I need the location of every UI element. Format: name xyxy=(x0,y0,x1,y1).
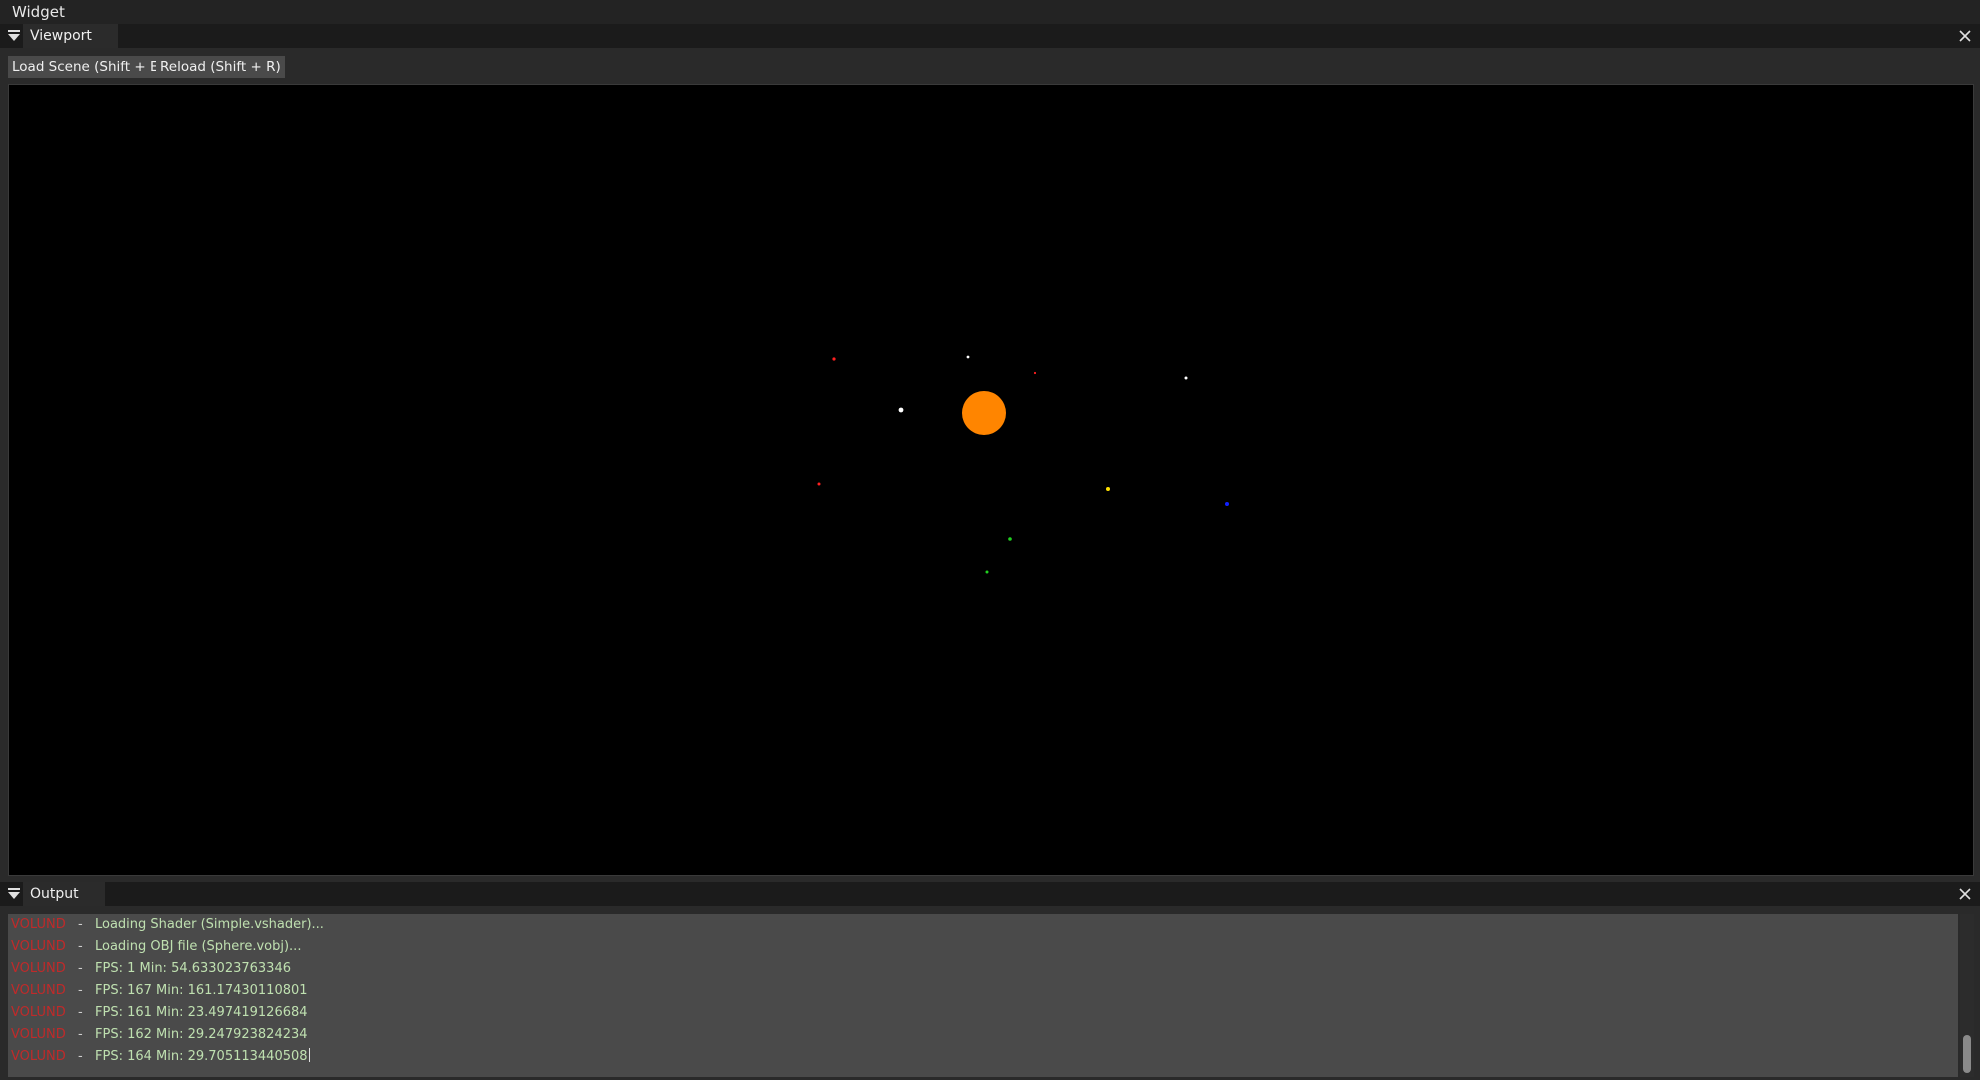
planet-white-3 xyxy=(898,407,904,413)
log-source: VOLUND xyxy=(11,917,66,932)
log-source: VOLUND xyxy=(11,961,66,976)
viewport-area xyxy=(0,84,1980,882)
load-scene-button[interactable]: Load Scene (Shift + E) xyxy=(8,56,168,78)
close-icon[interactable] xyxy=(1958,29,1972,43)
log-message: FPS: 161 Min: 23.497419126684 xyxy=(95,1005,308,1020)
log-separator: - xyxy=(78,1049,83,1064)
log-message: FPS: 162 Min: 29.247923824234 xyxy=(95,1027,308,1042)
log-source: VOLUND xyxy=(11,1005,66,1020)
text-caret xyxy=(308,1048,310,1062)
log-source: VOLUND xyxy=(11,983,66,998)
output-scrollbar[interactable] xyxy=(1960,914,1974,1077)
log-separator: - xyxy=(78,1005,83,1020)
planet-white-2 xyxy=(1184,376,1188,380)
viewport-panel-header: Viewport xyxy=(0,24,1980,48)
sun xyxy=(962,391,1006,435)
planet-white-1 xyxy=(966,355,970,359)
log-message: FPS: 167 Min: 161.17430110801 xyxy=(95,983,308,998)
log-message: FPS: 1 Min: 54.633023763346 xyxy=(95,961,291,976)
output-log[interactable]: VOLUND - Loading Shader (Simple.vshader)… xyxy=(8,914,1958,1077)
reload-button[interactable]: Reload (Shift + R) xyxy=(156,56,285,78)
planet-blue xyxy=(1225,502,1229,506)
scene-render[interactable] xyxy=(8,84,1974,876)
planet-red-1 xyxy=(832,357,836,361)
collapse-triangle-icon[interactable] xyxy=(7,887,21,901)
output-area: VOLUND - Loading Shader (Simple.vshader)… xyxy=(0,906,1980,1080)
planet-red-3 xyxy=(817,482,821,486)
log-separator: - xyxy=(78,1027,83,1042)
tab-viewport[interactable]: Viewport xyxy=(23,24,118,48)
log-source: VOLUND xyxy=(11,1049,66,1064)
planet-green-2 xyxy=(985,570,989,574)
scrollbar-thumb[interactable] xyxy=(1963,1035,1971,1073)
collapse-triangle-icon[interactable] xyxy=(7,29,21,43)
output-panel-header: Output xyxy=(0,882,1980,906)
planet-yellow xyxy=(1106,487,1110,491)
planet-red-2 xyxy=(1033,371,1037,375)
menu-widget[interactable]: Widget xyxy=(0,3,65,21)
log-source: VOLUND xyxy=(11,939,66,954)
log-message: FPS: 164 Min: 29.705113440508 xyxy=(95,1046,310,1068)
app-window: Widget Viewport Load Scene (Shift + E) R… xyxy=(0,0,1980,1080)
planet-green-1 xyxy=(1008,537,1012,541)
log-separator: - xyxy=(78,983,83,998)
viewport-toolbar: Load Scene (Shift + E) Reload (Shift + R… xyxy=(0,48,1980,84)
log-message-text: FPS: 164 Min: 29.705113440508 xyxy=(95,1049,308,1064)
log-message: Loading OBJ file (Sphere.vobj)... xyxy=(95,939,302,954)
log-message: Loading Shader (Simple.vshader)... xyxy=(95,917,324,932)
menubar: Widget xyxy=(0,0,1980,24)
log-separator: - xyxy=(78,917,83,932)
log-source: VOLUND xyxy=(11,1027,66,1042)
tab-output[interactable]: Output xyxy=(23,882,105,906)
log-separator: - xyxy=(78,961,83,976)
close-icon[interactable] xyxy=(1958,887,1972,901)
log-separator: - xyxy=(78,939,83,954)
